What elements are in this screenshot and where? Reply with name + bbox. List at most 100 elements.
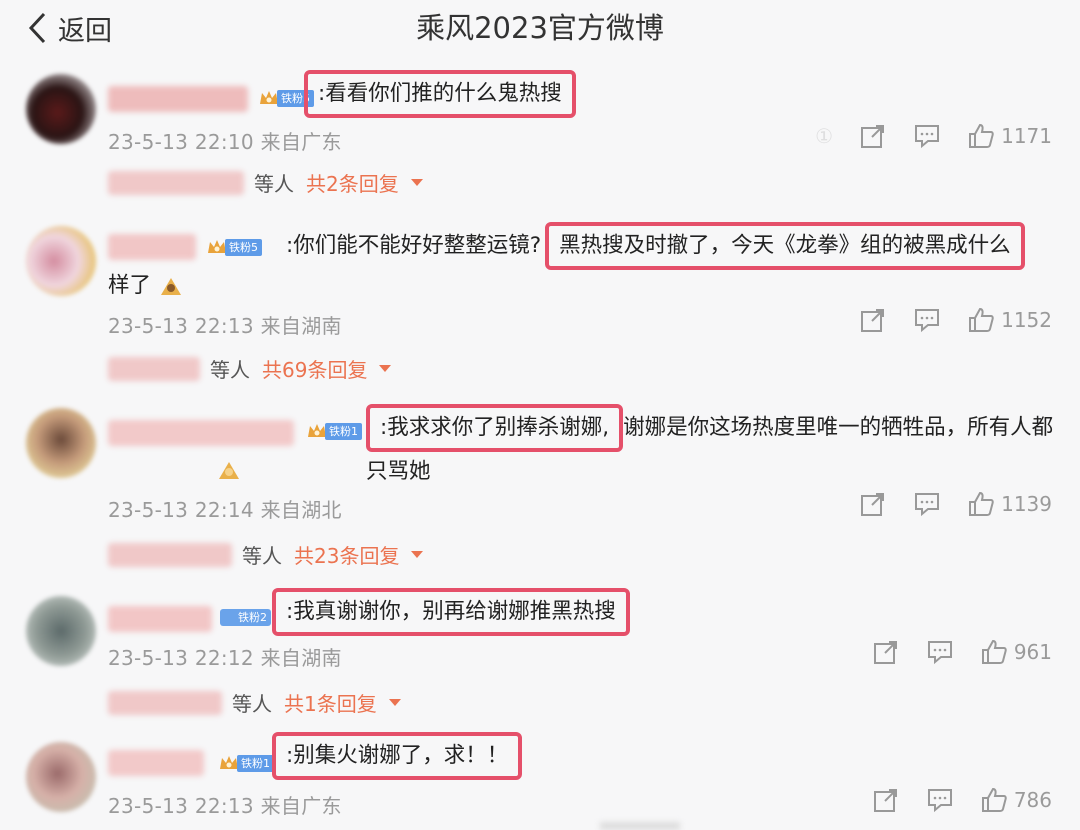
comment-text: :看看你们推的什么鬼热搜: [304, 70, 1064, 118]
share-button[interactable]: [859, 490, 887, 518]
comment-timestamp: 23-5-13 22:12 来自湖南: [108, 646, 342, 670]
comment-icon: [927, 789, 952, 813]
reply-summary: 等人 共23条回复: [108, 540, 424, 569]
fan-badge-label: 铁粉5: [225, 238, 262, 256]
comment-timestamp: 23-5-13 22:14 来自湖北: [108, 498, 342, 522]
reply-count: 共23条回复: [294, 544, 400, 568]
page-title: 乘风2023官方微博: [416, 11, 664, 45]
highlight-box: :我真谢谢你，别再给谢娜推黑热搜: [272, 588, 630, 636]
fan-badge-label: 铁粉2: [220, 608, 271, 626]
like-count: 1139: [1001, 492, 1052, 516]
comment-actions: ① 1171: [815, 122, 1052, 150]
comment-button[interactable]: [913, 122, 941, 150]
avatar[interactable]: [26, 742, 96, 812]
comment-actions: 1152: [833, 306, 1052, 334]
like-count: 1152: [1001, 308, 1052, 332]
comment-item: 铁粉5 :看看你们推的什么鬼热搜 23-5-13 22:10 来自广东 ① 11…: [0, 62, 1080, 212]
info-icon: ①: [815, 124, 834, 148]
share-icon: [861, 493, 885, 516]
share-button[interactable]: [872, 786, 900, 814]
reply-count: 共2条回复: [306, 172, 399, 196]
fan-badge-label: 铁粉1: [237, 754, 274, 772]
share-button[interactable]: [859, 122, 887, 150]
blurred-edge: [600, 822, 680, 830]
caret-down-icon: [410, 179, 423, 186]
fan-badge: 铁粉2: [220, 606, 271, 628]
reply-summary: 等人 共2条回复: [108, 168, 423, 197]
like-count: 961: [1013, 640, 1052, 664]
username-blurred[interactable]: [108, 420, 294, 446]
comment-icon: [927, 641, 952, 665]
like-button[interactable]: 1139: [967, 490, 1052, 518]
comment-button[interactable]: [926, 638, 954, 666]
comment-actions: 786: [846, 786, 1052, 814]
comment-text-continued: [108, 450, 1068, 490]
username-blurred[interactable]: [108, 606, 212, 632]
like-icon: [969, 491, 994, 516]
reply-count: 共1条回复: [284, 692, 377, 716]
reply-summary: 等人 共69条回复: [108, 354, 392, 383]
avatar[interactable]: [26, 226, 96, 296]
comment-text-continued: 样了: [108, 266, 1068, 306]
replier-names-blurred: [108, 170, 244, 195]
view-replies-link[interactable]: 共1条回复: [284, 688, 401, 717]
share-icon: [873, 641, 897, 664]
share-icon: [873, 789, 897, 812]
like-button[interactable]: 1152: [967, 306, 1052, 334]
reply-others-label: 等人: [232, 692, 272, 716]
reply-others-label: 等人: [242, 544, 282, 568]
share-icon: [861, 309, 885, 332]
reply-summary: 等人 共1条回复: [108, 688, 401, 717]
like-count: 1171: [1001, 124, 1052, 148]
avatar[interactable]: [26, 596, 96, 666]
comment-item: 铁粉2 :我真谢谢你，别再给谢娜推黑热搜 23-5-13 22:12 来自湖南 …: [0, 584, 1080, 726]
avatar[interactable]: [26, 408, 96, 478]
view-replies-link[interactable]: 共69条回复: [262, 354, 392, 383]
comment-item: 铁粉1 :别集火谢娜了，求！！ 23-5-13 22:13 来自广东 786: [0, 726, 1080, 830]
view-replies-link[interactable]: 共2条回复: [306, 168, 423, 197]
fan-badge: 铁粉1: [306, 420, 362, 442]
like-icon: [969, 307, 994, 332]
comment-timestamp: 23-5-13 22:13 来自湖南: [108, 314, 342, 338]
comment-button[interactable]: [913, 490, 941, 518]
username-blurred[interactable]: [108, 234, 196, 260]
fan-badge: 铁粉1: [218, 752, 274, 774]
caret-down-icon: [388, 699, 401, 706]
like-button[interactable]: 961: [980, 638, 1052, 666]
emoji-icon: [160, 278, 181, 295]
comment-item: 铁粉5 :你们能不能好好整整运镜? 黑热搜及时撤了，今天《龙拳》组的被黑成什么 样…: [0, 212, 1080, 398]
like-button[interactable]: 786: [980, 786, 1052, 814]
top-bar: 返回 乘风2023官方微博: [0, 0, 1080, 62]
comment-text-pre: :你们能不能好好整整运镜?: [286, 233, 542, 258]
comment-button[interactable]: [913, 306, 941, 334]
share-button[interactable]: [859, 306, 887, 334]
highlight-box: :我求求你了别捧杀谢娜,: [366, 404, 624, 452]
caret-down-icon: [379, 365, 392, 372]
reply-others-label: 等人: [254, 172, 294, 196]
comment-text-post: 样了: [108, 273, 152, 298]
username-blurred[interactable]: [108, 750, 204, 776]
comment-timestamp: 23-5-13 22:10 来自广东: [108, 130, 342, 154]
comment-icon: [915, 125, 940, 149]
replier-names-blurred: [108, 690, 222, 715]
replier-names-blurred: [108, 542, 232, 567]
comment-button[interactable]: [926, 786, 954, 814]
replier-names-blurred: [108, 356, 200, 381]
view-replies-link[interactable]: 共23条回复: [294, 540, 424, 569]
comment-text: :你们能不能好好整整运镜? 黑热搜及时撤了，今天《龙拳》组的被黑成什么: [286, 222, 1066, 270]
comment-item: 铁粉1 :我求求你了别捧杀谢娜, 谢娜是你这场热度里唯一的牺牲品，所有人都只骂她 …: [0, 398, 1080, 584]
share-button[interactable]: [872, 638, 900, 666]
username-blurred[interactable]: [108, 86, 248, 112]
highlight-box: 黑热搜及时撤了，今天《龙拳》组的被黑成什么: [545, 222, 1025, 270]
comment-icon: [915, 309, 940, 333]
comment-text: :别集火谢娜了，求！！: [272, 732, 1052, 780]
avatar[interactable]: [26, 74, 96, 144]
like-button[interactable]: 1171: [967, 122, 1052, 150]
reply-others-label: 等人: [210, 358, 250, 382]
comment-icon: [915, 493, 940, 517]
fan-badge-label: 铁粉1: [325, 422, 362, 440]
like-count: 786: [1013, 788, 1052, 812]
like-icon: [969, 123, 994, 148]
comment-timestamp: 23-5-13 22:13 来自广东: [108, 794, 342, 818]
like-icon: [981, 787, 1007, 812]
